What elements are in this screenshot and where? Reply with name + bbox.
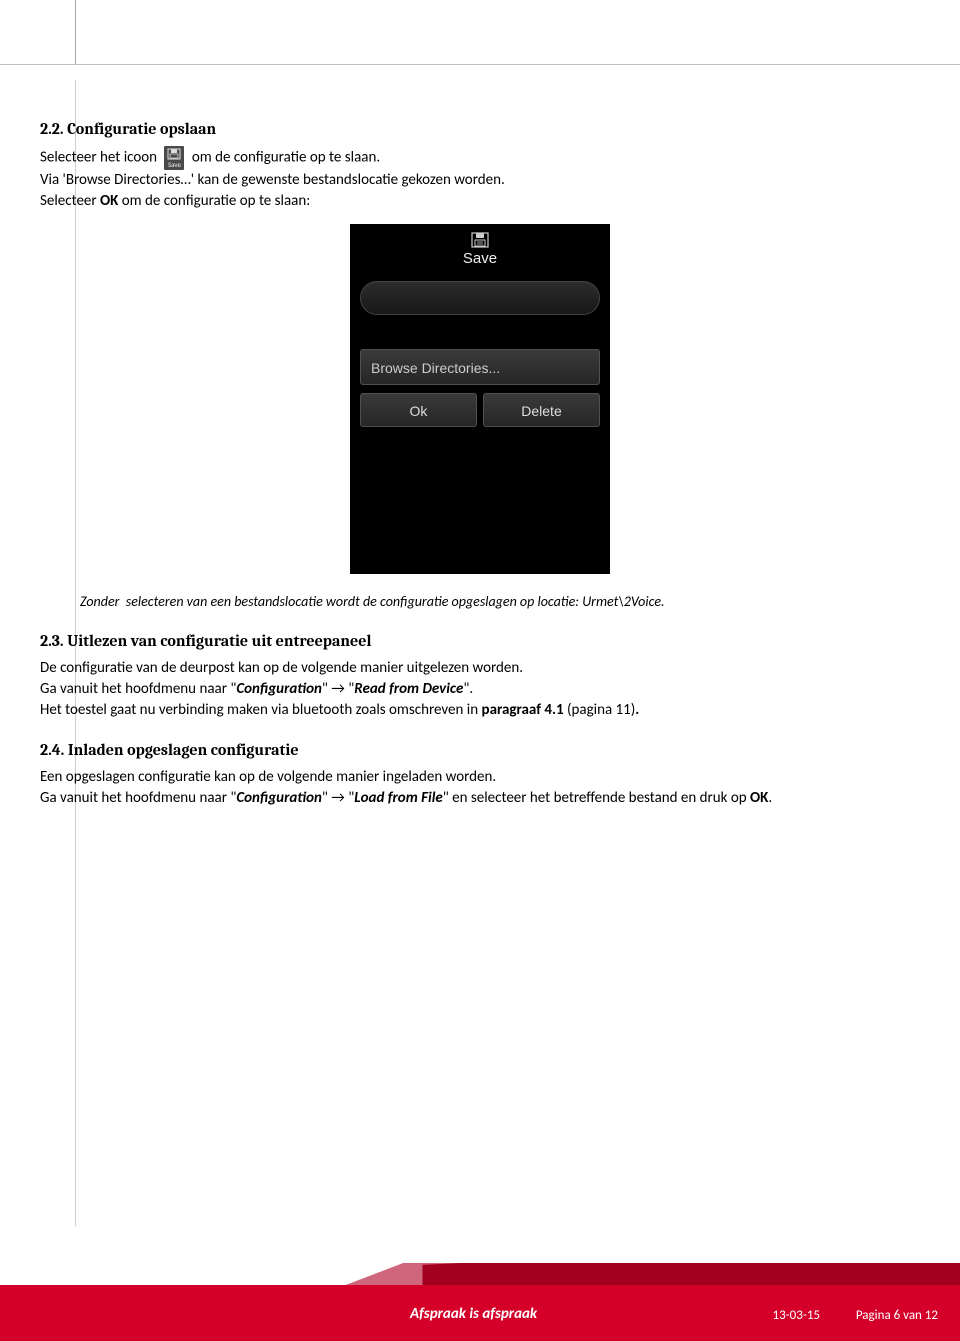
save-icon-label: Save: [168, 161, 181, 168]
text: Het toestel gaat nu verbinding maken via…: [40, 701, 482, 719]
para-2-3-line2: Ga vanuit het hoofdmenu naar "Configurat…: [40, 679, 920, 700]
configuration-bold: Configuration: [236, 680, 322, 698]
phone-button-row: Ok Delete: [360, 393, 600, 427]
text: " → ": [322, 789, 354, 807]
text: Ga vanuit het hoofdmenu naar ": [40, 680, 236, 698]
read-from-device-bold: Read from Device: [354, 680, 463, 698]
para-2-3-line3: Het toestel gaat nu verbinding maken via…: [40, 700, 920, 721]
para-2-2-line2: Via 'Browse Directories…' kan de gewenst…: [40, 170, 920, 191]
text: Selecteer het icoon: [40, 149, 160, 167]
heading-2-2: 2.2. Configuratie opslaan: [40, 120, 920, 138]
phone-title: Save: [350, 250, 610, 267]
text: Ga vanuit het hoofdmenu naar ": [40, 789, 236, 807]
header-horizontal-rule: [0, 64, 960, 65]
heading-2-4: 2.4. Inladen opgeslagen configuratie: [40, 741, 920, 759]
text: " → ": [322, 680, 354, 698]
footer-date: 13-03-15: [773, 1308, 821, 1323]
text: ".: [463, 680, 473, 698]
load-from-file-bold: Load from File: [354, 789, 442, 807]
para-2-2-line3: Selecteer OK om de configuratie op te sl…: [40, 191, 920, 212]
document-body: 2.2. Configuratie opslaan Selecteer het …: [40, 120, 920, 829]
phone-delete-button[interactable]: Delete: [483, 393, 600, 427]
ok-bold-2: OK: [750, 789, 768, 807]
para-2-4-line2: Ga vanuit het hoofdmenu naar "Configurat…: [40, 788, 920, 809]
phone-ok-button[interactable]: Ok: [360, 393, 477, 427]
caption-2-2: Zonder selecteren van een bestandslocati…: [80, 592, 920, 612]
paragraaf-bold: paragraaf 4.1: [482, 701, 564, 719]
text: om de configuratie op te slaan.: [192, 149, 380, 167]
text: .: [768, 789, 772, 807]
save-icon: Save: [164, 146, 184, 170]
text: om de configuratie op te slaan:: [118, 192, 310, 210]
footer-slogan: Afspraak is afspraak: [410, 1305, 537, 1323]
para-2-4-line1: Een opgeslagen configuratie kan op de vo…: [40, 767, 920, 788]
section-2-4: 2.4. Inladen opgeslagen configuratie Een…: [40, 741, 920, 809]
para-2-2-line1: Selecteer het icoon Save om de configura…: [40, 146, 920, 170]
section-2-3: 2.3. Uitlezen van configuratie uit entre…: [40, 632, 920, 721]
phone-browse-button[interactable]: Browse Directories...: [360, 349, 600, 385]
footer-diagonal-strip: [0, 1263, 960, 1285]
period-bold: .: [635, 701, 639, 719]
phone-filename-field[interactable]: [360, 281, 600, 315]
configuration-bold-2: Configuration: [236, 789, 322, 807]
section-2-2: 2.2. Configuratie opslaan Selecteer het …: [40, 120, 920, 612]
text: (pagina 11): [564, 701, 636, 719]
footer-page: Pagina 6 van 12: [856, 1308, 938, 1323]
phone-screenshot: Save Browse Directories... Ok Delete: [350, 224, 610, 574]
floppy-icon: [471, 232, 489, 248]
text: " en selecteer het betreffende bestand e…: [443, 789, 750, 807]
footer: Afspraak is afspraak 13-03-15 Pagina 6 v…: [0, 1285, 960, 1341]
ok-bold: OK: [100, 192, 118, 210]
text: Selecteer: [40, 192, 100, 210]
para-2-3-line1: De configuratie van de deurpost kan op d…: [40, 658, 920, 679]
header-vertical-rule: [75, 0, 76, 64]
heading-2-3: 2.3. Uitlezen van configuratie uit entre…: [40, 632, 920, 650]
